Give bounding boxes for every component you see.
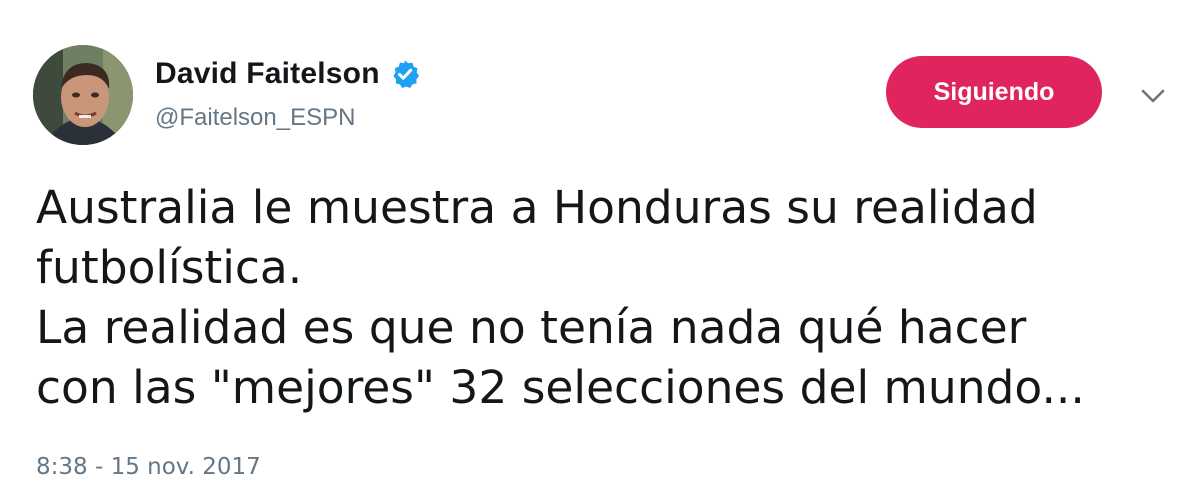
avatar[interactable] — [33, 45, 133, 145]
following-button[interactable]: Siguiendo — [886, 56, 1102, 128]
tweet-text-line: Australia le muestra a Honduras su reali… — [36, 181, 1038, 234]
author-display-name[interactable]: David Faitelson — [155, 57, 380, 91]
chevron-down-icon — [1141, 89, 1165, 103]
tweet-card: David Faitelson @Faitelson_ESPN Siguiend… — [0, 0, 1200, 496]
tweet-text: Australia le muestra a Honduras su reali… — [36, 178, 1176, 418]
profile-photo-icon — [33, 45, 133, 145]
tweet-text-line: con las "mejores" 32 selecciones del mun… — [36, 361, 1085, 414]
author-handle[interactable]: @Faitelson_ESPN — [155, 104, 355, 132]
tweet-text-line: futbolística. — [36, 241, 303, 294]
tweet-menu-button[interactable] — [1136, 82, 1170, 110]
tweet-text-line: La realidad es que no tenía nada qué hac… — [36, 301, 1027, 354]
author-name-row: David Faitelson — [155, 56, 420, 92]
verified-badge-icon — [390, 59, 420, 89]
tweet-timestamp[interactable]: 8:38 - 15 nov. 2017 — [36, 454, 261, 480]
